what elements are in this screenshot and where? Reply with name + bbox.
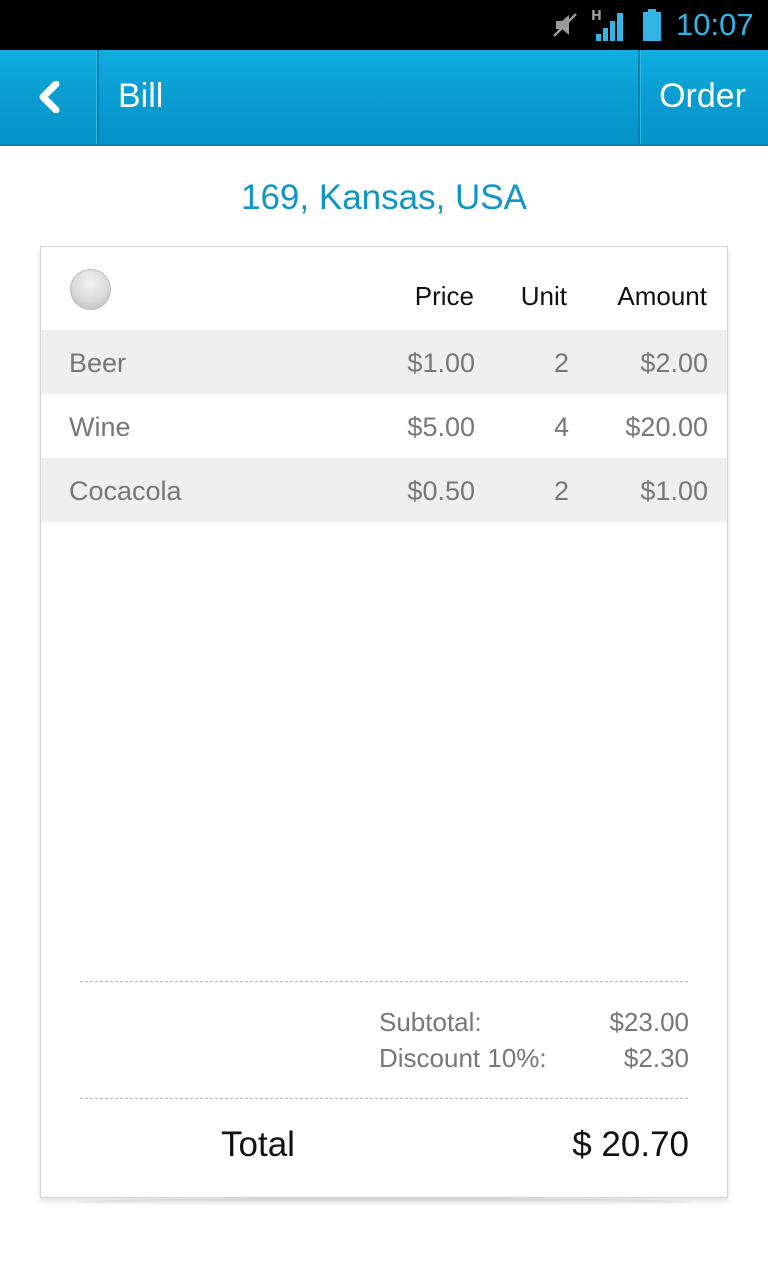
- table-row[interactable]: Wine $5.00 4 $20.00: [41, 394, 727, 458]
- order-button-label: Order: [659, 77, 746, 115]
- item-unit: 4: [553, 412, 569, 442]
- item-price: $5.00: [407, 412, 475, 442]
- item-price: $1.00: [407, 348, 475, 378]
- dashed-divider: [80, 981, 688, 982]
- card-shadow: [76, 1198, 692, 1206]
- select-all-radio[interactable]: [70, 269, 111, 310]
- item-unit: 2: [553, 476, 569, 506]
- column-header-amount: Amount: [617, 281, 707, 311]
- total-label: Total: [221, 1125, 295, 1164]
- order-button[interactable]: Order: [640, 50, 768, 144]
- battery-icon: [643, 9, 661, 41]
- column-header-unit: Unit: [520, 281, 567, 311]
- total-value: $ 20.70: [572, 1125, 689, 1164]
- subtotal-label: Subtotal:: [379, 1007, 482, 1037]
- dashed-divider: [80, 1098, 688, 1099]
- table-row[interactable]: Beer $1.00 2 $2.00: [41, 330, 727, 394]
- column-header-price: Price: [414, 281, 474, 311]
- discount-value: $2.30: [623, 1043, 689, 1073]
- item-name: Wine: [69, 412, 131, 442]
- item-price: $0.50: [407, 476, 475, 506]
- discount-label: Discount 10%:: [379, 1043, 547, 1073]
- item-amount: $2.00: [640, 348, 708, 378]
- divider: [97, 50, 99, 144]
- signal-icon: H: [591, 9, 623, 41]
- restaurant-address: 169, Kansas, USA: [241, 178, 527, 217]
- chevron-left-icon: [39, 81, 60, 113]
- item-amount: $20.00: [625, 412, 708, 442]
- item-name: Beer: [69, 348, 127, 378]
- bill-card: Price Unit Amount Beer $1.00 2 $2.00 Win…: [40, 246, 728, 1198]
- svg-text:H: H: [591, 9, 602, 24]
- back-button[interactable]: [0, 50, 97, 144]
- clock-time: 10:07: [676, 7, 754, 42]
- table-row[interactable]: Cocacola $0.50 2 $1.00: [41, 458, 727, 522]
- item-unit: 2: [553, 348, 569, 378]
- mute-icon: [553, 13, 577, 37]
- item-name: Cocacola: [69, 476, 182, 506]
- item-amount: $1.00: [640, 476, 708, 506]
- subtotal-value: $23.00: [609, 1007, 689, 1037]
- status-bar: H 10:07: [0, 0, 768, 50]
- action-bar: Bill Order: [0, 50, 768, 146]
- page-title: Bill: [118, 77, 164, 115]
